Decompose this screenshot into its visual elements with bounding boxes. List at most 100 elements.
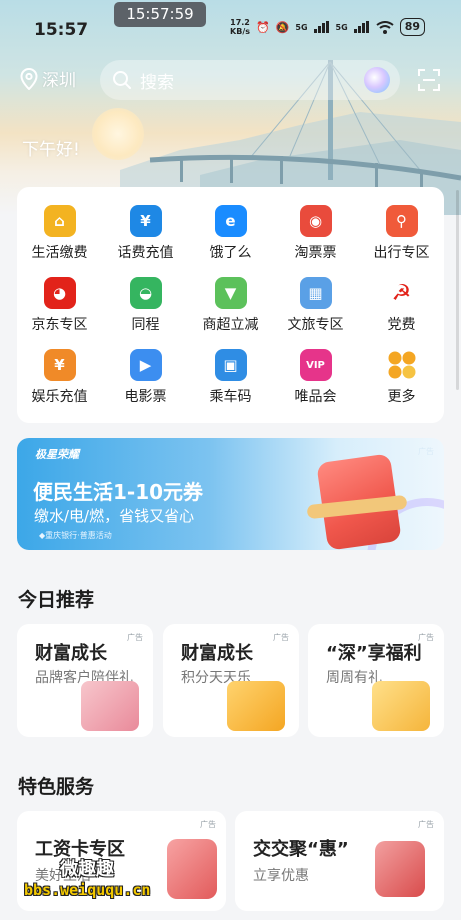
vip-shop-icon: VIP xyxy=(299,349,332,381)
party-emblem-icon: ☭ xyxy=(385,277,418,309)
taopiaopiao-icon: ◉ xyxy=(299,205,332,237)
recommend-heading: 今日推荐 xyxy=(18,589,95,611)
film-clapper-icon: ▶ xyxy=(129,349,162,381)
service-item-culture-travel[interactable]: ▦ 文旅专区 xyxy=(273,277,358,334)
banner-subtitle: 缴水/电/燃，省钱又省心 xyxy=(34,507,195,525)
location-label: 深圳 xyxy=(42,71,76,91)
location-pin-icon xyxy=(20,67,38,90)
card-title: 交交聚“惠” xyxy=(253,839,349,860)
service-label: 话费充值 xyxy=(117,245,174,261)
battery-indicator: 89 xyxy=(399,18,425,36)
service-grid: ⌂ 生活缴费 ¥ 话费充值 e 饿了么 ◉ 淘票票 ⚲ 出行专区 ◕ 京东专区 … xyxy=(17,187,444,423)
watermark-cn: 微趣趣 xyxy=(60,859,114,880)
service-item-bus-code[interactable]: ▣ 乘车码 xyxy=(188,349,273,406)
watermark-url: bbs.weiququ.cn xyxy=(24,881,151,899)
eleme-icon: e xyxy=(214,205,247,237)
service-item-vipshop[interactable]: VIP 唯品会 xyxy=(273,349,358,406)
status-bar: 15:57 15:57:59 17.2 KB/s ⏰ 🔕 5G 5G 89 xyxy=(0,0,461,56)
signal-label-2: 5G xyxy=(335,22,348,32)
scan-icon[interactable] xyxy=(417,68,441,92)
service-item-tongcheng[interactable]: ◒ 同程 xyxy=(103,277,188,334)
ad-tag: 广告 xyxy=(273,633,289,642)
banner-brand: 极星荣耀 xyxy=(35,448,79,461)
service-label: 生活缴费 xyxy=(31,245,88,261)
network-speed: 17.2 KB/s xyxy=(230,18,250,36)
card-title: “深”享福利 xyxy=(326,643,422,664)
gift-box-illustration xyxy=(372,681,430,731)
service-item-more[interactable]: 更多 xyxy=(359,349,444,406)
recommend-card-weekly-gift[interactable]: “深”享福利 周周有礼 广告 xyxy=(308,624,444,737)
location-selector[interactable]: 深圳 xyxy=(20,66,76,91)
folder-illustration xyxy=(227,681,285,731)
ad-tag: 广告 xyxy=(127,633,143,642)
service-item-grocery[interactable]: ▼ 商超立减 xyxy=(188,277,273,334)
signal-bars-icon xyxy=(313,21,329,33)
service-item-party-fee[interactable]: ☭ 党费 xyxy=(359,277,444,334)
status-time: 15:57 xyxy=(34,20,89,40)
card-title: 财富成长 xyxy=(181,643,253,664)
banner-title: 便民生活1-10元券 xyxy=(33,480,204,504)
service-label: 饿了么 xyxy=(209,245,252,261)
card-title: 财富成长 xyxy=(35,643,107,664)
house-bill-icon: ⌂ xyxy=(43,205,76,237)
service-item-taopiaopiao[interactable]: ◉ 淘票票 xyxy=(273,205,358,262)
featured-heading: 特色服务 xyxy=(18,776,95,798)
bus-code-icon: ▣ xyxy=(214,349,247,381)
service-item-phone-topup[interactable]: ¥ 话费充值 xyxy=(103,205,188,262)
network-speed-value: 17.2 xyxy=(230,18,250,27)
tongcheng-icon: ◒ xyxy=(129,277,162,309)
shopping-illustration xyxy=(375,841,425,897)
service-label: 京东专区 xyxy=(31,317,88,333)
ai-assistant-icon[interactable] xyxy=(364,67,390,93)
recommend-card-wealth-gift[interactable]: 财富成长 品牌客户陪伴礼 广告 xyxy=(17,624,153,737)
banner-note: ◆重庆银行·普惠活动 xyxy=(39,531,112,540)
service-label: 更多 xyxy=(387,389,416,405)
status-icons: 17.2 KB/s ⏰ 🔕 5G 5G 89 xyxy=(230,18,425,36)
gift-illustration xyxy=(167,839,217,899)
watermark: 微趣趣 bbs.weiququ.cn xyxy=(24,855,150,899)
grocery-basket-icon: ▼ xyxy=(214,277,247,309)
entertainment-icon: ¥ xyxy=(43,349,76,381)
ad-tag: 广告 xyxy=(418,820,434,829)
ad-tag: 广告 xyxy=(418,633,434,642)
map-pin-icon: ⚲ xyxy=(385,205,418,237)
search-placeholder: 搜索 xyxy=(140,72,174,93)
service-label: 党费 xyxy=(387,317,416,333)
service-label: 商超立减 xyxy=(202,317,259,333)
service-item-eleme[interactable]: e 饿了么 xyxy=(188,205,273,262)
service-item-travel[interactable]: ⚲ 出行专区 xyxy=(359,205,444,262)
service-label: 淘票票 xyxy=(294,245,337,261)
jd-dog-icon: ◕ xyxy=(43,277,76,309)
service-label: 乘车码 xyxy=(209,389,252,405)
search-bar[interactable]: 搜索 xyxy=(100,60,400,100)
promo-banner[interactable]: 极星荣耀 便民生活1-10元券 缴水/电/燃，省钱又省心 ◆重庆银行·普惠活动 … xyxy=(17,438,444,550)
alarm-icon: ⏰ xyxy=(256,20,270,34)
service-label: 娱乐充值 xyxy=(31,389,88,405)
service-label: 出行专区 xyxy=(373,245,430,261)
wallet-illustration xyxy=(81,681,139,731)
more-grid-icon xyxy=(386,349,418,381)
service-label: 电影票 xyxy=(124,389,167,405)
service-item-life-payment[interactable]: ⌂ 生活缴费 xyxy=(17,205,102,262)
signal-label-1: 5G xyxy=(295,22,308,32)
service-label: 文旅专区 xyxy=(287,317,344,333)
phone-topup-icon: ¥ xyxy=(129,205,162,237)
service-label: 唯品会 xyxy=(294,389,337,405)
ad-tag: 广告 xyxy=(418,447,434,456)
recommend-card-points[interactable]: 财富成长 积分天天乐 广告 xyxy=(163,624,299,737)
card-subtitle: 立享优惠 xyxy=(253,868,309,884)
service-item-jd[interactable]: ◕ 京东专区 xyxy=(17,277,102,334)
scrollbar[interactable] xyxy=(456,190,459,390)
wifi-icon xyxy=(376,20,394,34)
network-speed-unit: KB/s xyxy=(230,27,250,36)
signal-bars-icon xyxy=(353,21,369,33)
mute-icon: 🔕 xyxy=(275,20,290,34)
ad-tag: 广告 xyxy=(200,820,216,829)
service-label: 同程 xyxy=(131,317,160,333)
service-item-movie[interactable]: ▶ 电影票 xyxy=(103,349,188,406)
service-item-entertainment[interactable]: ¥ 娱乐充值 xyxy=(17,349,102,406)
greeting-text: 下午好! xyxy=(22,140,80,160)
time-pill: 15:57:59 xyxy=(114,2,206,27)
featured-card-transit[interactable]: 交交聚“惠” 立享优惠 广告 xyxy=(235,811,444,911)
search-icon xyxy=(113,71,131,89)
